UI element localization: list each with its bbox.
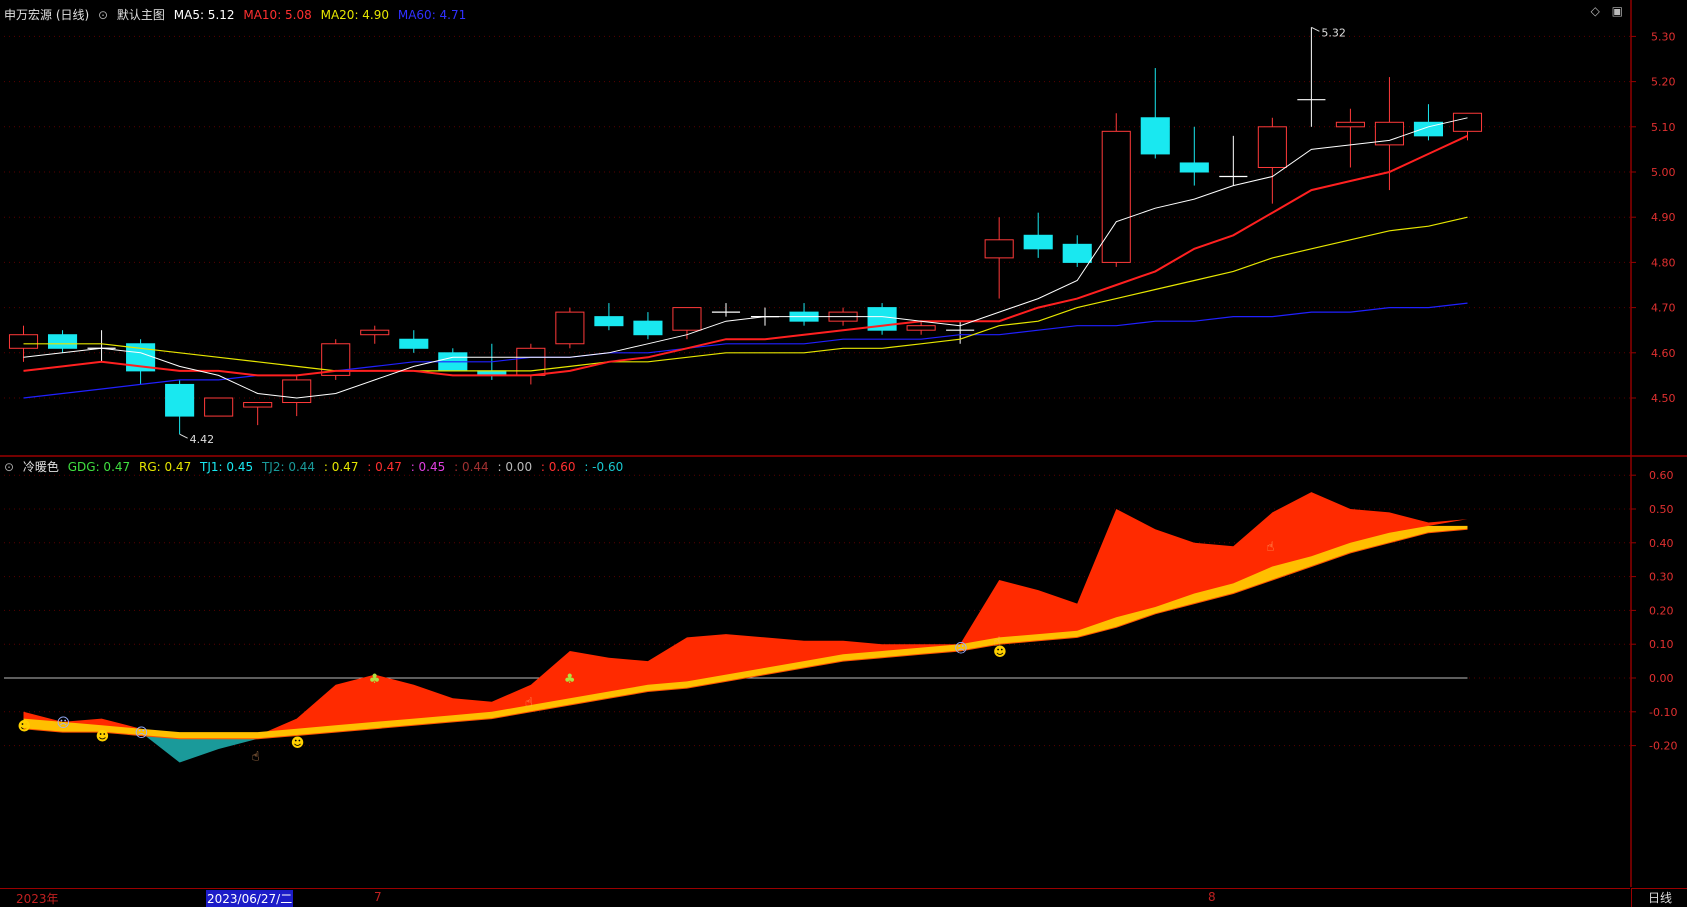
candle — [1101, 113, 1131, 267]
price-axis-label: 5.20 — [1651, 76, 1676, 89]
warm-area — [23, 492, 1468, 736]
indicator-axis-label: 0.60 — [1649, 469, 1674, 482]
candle-body — [47, 334, 78, 349]
signal-marker-icon: ☝ — [1266, 540, 1274, 555]
price-axis-label: 5.10 — [1651, 121, 1676, 134]
price-axis-label: 4.60 — [1651, 347, 1676, 360]
signal-marker-icon: ☹ — [135, 726, 149, 741]
kline-chart-canvas[interactable]: 4.50 4.60 4.70 4.80 4.90 5.00 5.10 5.20 5.30 -0.2… — [0, 0, 1687, 906]
candle-body — [1257, 126, 1287, 168]
candle-body — [1179, 162, 1209, 173]
signal-marker-icon: ☝ — [252, 750, 260, 765]
price-axis-label: 5.00 — [1651, 166, 1676, 179]
panel-controls: ◇ ▣ — [1583, 4, 1623, 18]
tj2-value: TJ2: 0.44 — [261, 460, 316, 474]
signal-marker-icon: ☹ — [954, 642, 968, 657]
value-2: : 0.47 — [367, 460, 402, 474]
candle-body — [1335, 121, 1365, 128]
indicator-axis-label: 0.40 — [1649, 537, 1674, 550]
indicator-name[interactable]: 冷暖色 — [23, 460, 59, 474]
candle-body — [204, 397, 234, 417]
signal-marker-icon: ☻ — [96, 729, 110, 744]
signal-marker-icon: ♣ — [369, 672, 381, 687]
ma5-value: MA5: 5.12 — [173, 8, 235, 22]
candle-body — [555, 311, 585, 345]
indicator-axis-label: 0.50 — [1649, 503, 1674, 516]
candle-body — [1101, 130, 1131, 263]
candle-body — [165, 383, 195, 417]
price-axis-label: 4.90 — [1651, 211, 1676, 224]
gear-icon[interactable]: ⊙ — [4, 460, 14, 474]
candle-body — [243, 402, 273, 408]
signal-marker-icon: ☻ — [18, 719, 32, 734]
candle — [555, 307, 585, 349]
price-axis-label: 4.50 — [1651, 392, 1676, 405]
month-7-label: 7 — [374, 890, 382, 904]
indicator-axis-label: 0.10 — [1649, 638, 1674, 651]
close-icon[interactable]: ▣ — [1612, 4, 1623, 18]
indicator-header: ⊙ 冷暖色 GDG: 0.47 RG: 0.47 TJ1: 0.45 TJ2: … — [4, 458, 628, 476]
value-6: : 0.60 — [540, 460, 576, 474]
candle-body — [360, 329, 390, 336]
ma20-value: MA20: 4.90 — [320, 8, 390, 22]
candle-body — [594, 316, 624, 327]
high-label: 5.32 — [1321, 26, 1346, 39]
candle-body — [1023, 234, 1053, 250]
stock-name[interactable]: 申万宏源 (日线) — [4, 8, 89, 22]
value-5: : 0.00 — [497, 460, 533, 474]
candle-body — [984, 239, 1014, 259]
signal-marker-icon: ☹ — [57, 716, 71, 731]
value-1: : 0.47 — [323, 460, 359, 474]
candle-body — [672, 307, 702, 331]
candle-body — [1140, 117, 1170, 155]
signal-marker-icon: ☝ — [993, 635, 1001, 650]
price-axis-label: 4.70 — [1651, 302, 1676, 315]
period-selector[interactable]: 日线 — [1631, 888, 1687, 907]
candle — [867, 303, 897, 335]
candle-body — [282, 379, 312, 404]
signal-marker-icon: ☝ — [525, 696, 533, 711]
candle-body — [1062, 243, 1092, 263]
indicator-axis-label: -0.10 — [1649, 706, 1677, 719]
value-7: : -0.60 — [584, 460, 624, 474]
candle-body — [399, 338, 429, 349]
time-axis[interactable]: 2023年 2023/06/27/二 7 8 — [0, 888, 1630, 907]
gdg-value: GDG: 0.47 — [67, 460, 131, 474]
low-label: 4.42 — [190, 433, 215, 446]
ma10-value: MA10: 5.08 — [243, 8, 312, 22]
main-panel-bg — [0, 0, 1687, 456]
rg-value: RG: 0.47 — [138, 460, 192, 474]
main-chart-header: 申万宏源 (日线) ⊙ 默认主图 MA5: 5.12 MA10: 5.08 MA… — [4, 6, 471, 24]
price-axis-label: 4.80 — [1651, 256, 1676, 269]
indicator-axis-label: -0.20 — [1649, 740, 1677, 753]
signal-marker-icon: ♣ — [564, 672, 576, 687]
cursor-date-label: 2023/06/27/二 — [206, 890, 294, 907]
value-3: : 0.45 — [410, 460, 446, 474]
value-4: : 0.44 — [454, 460, 489, 474]
month-8-label: 8 — [1208, 890, 1216, 904]
signal-marker-icon: ☻ — [291, 736, 305, 751]
price-axis-label: 5.30 — [1651, 30, 1676, 43]
indicator-axis-label: 0.00 — [1649, 672, 1674, 685]
chart-template-name[interactable]: 默认主图 — [117, 8, 165, 22]
candle-body — [1452, 112, 1483, 132]
gear-icon[interactable]: ⊙ — [98, 8, 108, 22]
indicator-axis-label: 0.20 — [1649, 604, 1674, 617]
ma60-value: MA60: 4.71 — [397, 8, 467, 22]
candle — [321, 339, 351, 380]
indicator-axis-label: 0.30 — [1649, 571, 1674, 584]
candle-body — [906, 325, 936, 331]
candle — [204, 397, 234, 417]
candle-body — [8, 334, 39, 349]
diamond-icon[interactable]: ◇ — [1591, 4, 1600, 18]
tj1-value: TJ1: 0.45 — [200, 460, 254, 474]
year-label: 2023年 — [16, 892, 59, 906]
candle-body — [633, 320, 663, 336]
